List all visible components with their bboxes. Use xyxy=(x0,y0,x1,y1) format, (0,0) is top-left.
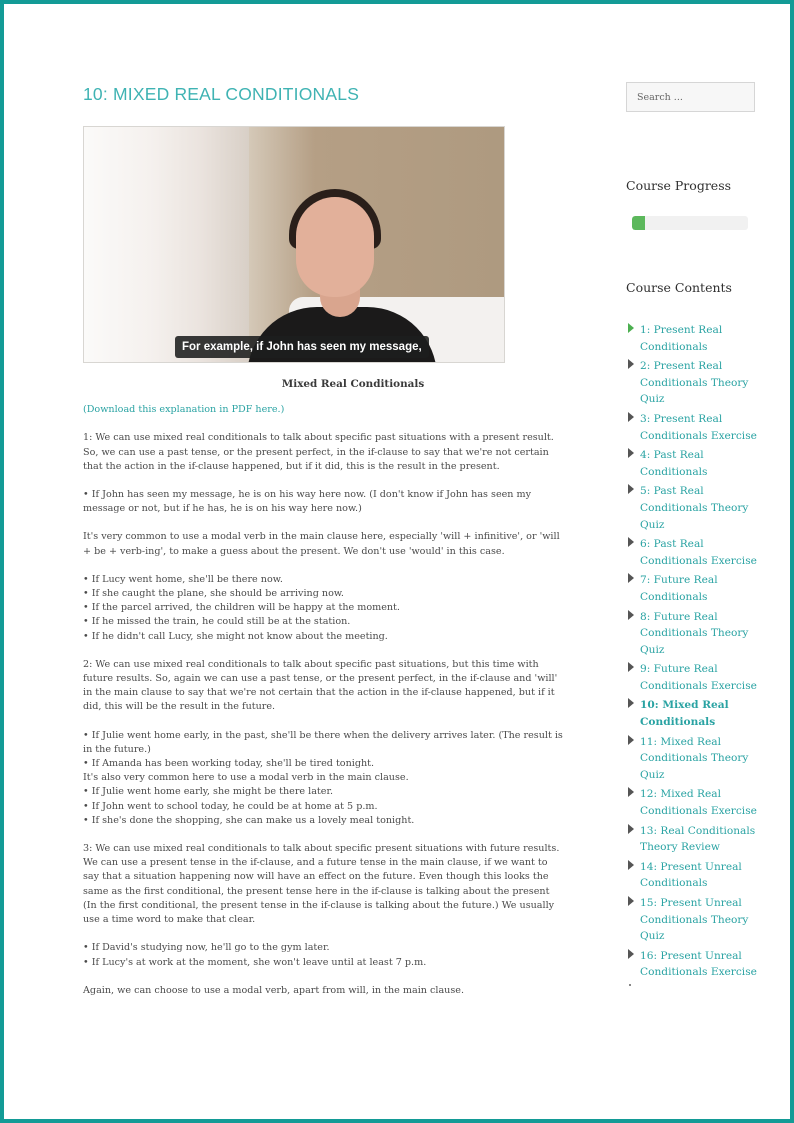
caret-right-icon xyxy=(628,948,634,959)
lesson-link[interactable]: 10: Mixed Real Conditionals xyxy=(640,697,766,730)
caret-right-icon xyxy=(628,859,634,870)
lesson-link[interactable]: 16: Present Unreal Conditionals Exercise xyxy=(640,948,766,981)
lesson-item[interactable]: 8: Future Real Conditionals Theory Quiz xyxy=(626,609,766,659)
course-progress-bar xyxy=(632,216,748,230)
lesson-link[interactable]: 8: Future Real Conditionals Theory Quiz xyxy=(640,609,766,659)
example-line: • If he missed the train, he could still… xyxy=(83,616,351,628)
course-contents-title: Course Contents xyxy=(626,280,732,295)
section-1-example: • If John has seen my message, he is on … xyxy=(83,489,532,515)
lesson-item[interactable]: 3: Present Real Conditionals Exercise xyxy=(626,411,766,444)
lesson-link[interactable]: 5: Past Real Conditionals Theory Quiz xyxy=(640,483,766,533)
lesson-item[interactable]: 15: Present Unreal Conditionals Theory Q… xyxy=(626,895,766,945)
video-play-area[interactable] xyxy=(84,127,504,362)
lesson-link[interactable]: 15: Present Unreal Conditionals Theory Q… xyxy=(640,895,766,945)
lesson-link[interactable]: 7: Future Real Conditionals xyxy=(640,572,766,605)
page-frame: 10: MIXED REAL CONDITIONALS For example,… xyxy=(0,0,794,1123)
sidebar: Course Progress Course Contents 1: Prese… xyxy=(626,82,766,986)
lesson-link[interactable]: 12: Mixed Real Conditionals Exercise xyxy=(640,786,766,819)
section-2-examples: • If Julie went home early, in the past,… xyxy=(83,729,563,828)
lesson-item[interactable]: 9: Future Real Conditionals Exercise xyxy=(626,661,766,694)
video-player[interactable]: For example, if John has seen my message… xyxy=(83,126,505,363)
completed-arrow-icon xyxy=(628,323,634,333)
lesson-item[interactable]: 10: Mixed Real Conditionals xyxy=(626,697,766,730)
lesson-item[interactable]: 12: Mixed Real Conditionals Exercise xyxy=(626,786,766,819)
caret-right-icon xyxy=(628,573,634,584)
section-1-intro: 1: We can use mixed real conditionals to… xyxy=(83,432,554,472)
section-3-closing: Again, we can choose to use a modal verb… xyxy=(83,984,465,996)
lesson-item[interactable]: 16: Present Unreal Conditionals Exercise xyxy=(626,948,766,981)
lesson-link[interactable]: 1: Present Real Conditionals xyxy=(640,322,766,355)
example-line: • If he didn't call Lucy, she might not … xyxy=(83,630,388,642)
modal-note-line: It's also very common here to use a moda… xyxy=(83,772,409,784)
caret-right-icon xyxy=(628,537,634,548)
example-line: • If John went to school today, he could… xyxy=(83,800,378,812)
caret-right-icon xyxy=(628,484,634,495)
caret-right-icon xyxy=(628,448,634,459)
example-line: • If Julie went home early, she might be… xyxy=(83,786,334,798)
search-input[interactable] xyxy=(626,82,755,112)
lesson-list: 1: Present Real Conditionals 2: Present R… xyxy=(626,322,766,981)
lesson-link[interactable]: 2: Present Real Conditionals Theory Quiz xyxy=(640,358,766,408)
example-line: • If the parcel arrived, the children wi… xyxy=(83,602,400,614)
example-line: • If David's studying now, he'll go to t… xyxy=(83,942,330,954)
section-1-modal-note: It's very common to use a modal verb in … xyxy=(83,531,560,557)
caret-right-icon xyxy=(628,734,634,745)
section-1-examples: • If Lucy went home, she'll be there now… xyxy=(83,573,563,644)
lesson-item[interactable]: 6: Past Real Conditionals Exercise xyxy=(626,536,766,569)
list-end-marker xyxy=(629,983,631,986)
lesson-link[interactable]: 14: Present Unreal Conditionals xyxy=(640,859,766,892)
section-2-intro: 2: We can use mixed real conditionals to… xyxy=(83,658,558,713)
lesson-item[interactable]: 13: Real Conditionals Theory Review xyxy=(626,823,766,856)
lesson-link[interactable]: 4: Past Real Conditionals xyxy=(640,447,766,480)
caret-right-icon xyxy=(628,411,634,422)
caret-right-icon xyxy=(628,823,634,834)
example-line: • If Lucy's at work at the moment, she w… xyxy=(83,956,427,968)
lesson-link[interactable]: 13: Real Conditionals Theory Review xyxy=(640,823,766,856)
course-progress-title: Course Progress xyxy=(626,178,732,193)
example-line: • If Amanda has been working today, she'… xyxy=(83,758,375,770)
lesson-item[interactable]: 7: Future Real Conditionals xyxy=(626,572,766,605)
lesson-heading: Mixed Real Conditionals xyxy=(281,378,425,390)
lesson-text: Mixed Real Conditionals (Download this e… xyxy=(83,377,563,998)
lesson-link[interactable]: 11: Mixed Real Conditionals Theory Quiz xyxy=(640,734,766,784)
download-pdf-link[interactable]: (Download this explanation in PDF here.) xyxy=(83,403,563,417)
caret-right-icon xyxy=(628,662,634,673)
lesson-item[interactable]: 2: Present Real Conditionals Theory Quiz xyxy=(626,358,766,408)
lesson-item[interactable]: 5: Past Real Conditionals Theory Quiz xyxy=(626,483,766,533)
caret-right-icon xyxy=(628,698,634,709)
lesson-link[interactable]: 3: Present Real Conditionals Exercise xyxy=(640,411,766,444)
lesson-item[interactable]: 1: Present Real Conditionals xyxy=(626,322,766,355)
lesson-item[interactable]: 11: Mixed Real Conditionals Theory Quiz xyxy=(626,734,766,784)
caret-right-icon xyxy=(628,359,634,370)
caret-right-icon xyxy=(628,609,634,620)
main-content: 10: MIXED REAL CONDITIONALS For example,… xyxy=(83,82,563,1012)
caret-right-icon xyxy=(628,787,634,798)
section-3-examples: • If David's studying now, he'll go to t… xyxy=(83,941,563,969)
page-title: 10: MIXED REAL CONDITIONALS xyxy=(83,84,360,104)
example-line: • If she caught the plane, she should be… xyxy=(83,588,344,600)
lesson-item[interactable]: 14: Present Unreal Conditionals xyxy=(626,859,766,892)
caret-right-icon xyxy=(628,896,634,906)
section-3-intro: 3: We can use mixed real conditionals to… xyxy=(83,843,560,926)
example-line: • If Lucy went home, she'll be there now… xyxy=(83,573,283,585)
course-progress-fill xyxy=(632,216,645,230)
lesson-item[interactable]: 4: Past Real Conditionals xyxy=(626,447,766,480)
example-line: • If Julie went home early, in the past,… xyxy=(83,729,563,755)
lesson-link[interactable]: 6: Past Real Conditionals Exercise xyxy=(640,536,766,569)
lesson-link[interactable]: 9: Future Real Conditionals Exercise xyxy=(640,661,766,694)
example-line: • If she's done the shopping, she can ma… xyxy=(83,814,415,826)
